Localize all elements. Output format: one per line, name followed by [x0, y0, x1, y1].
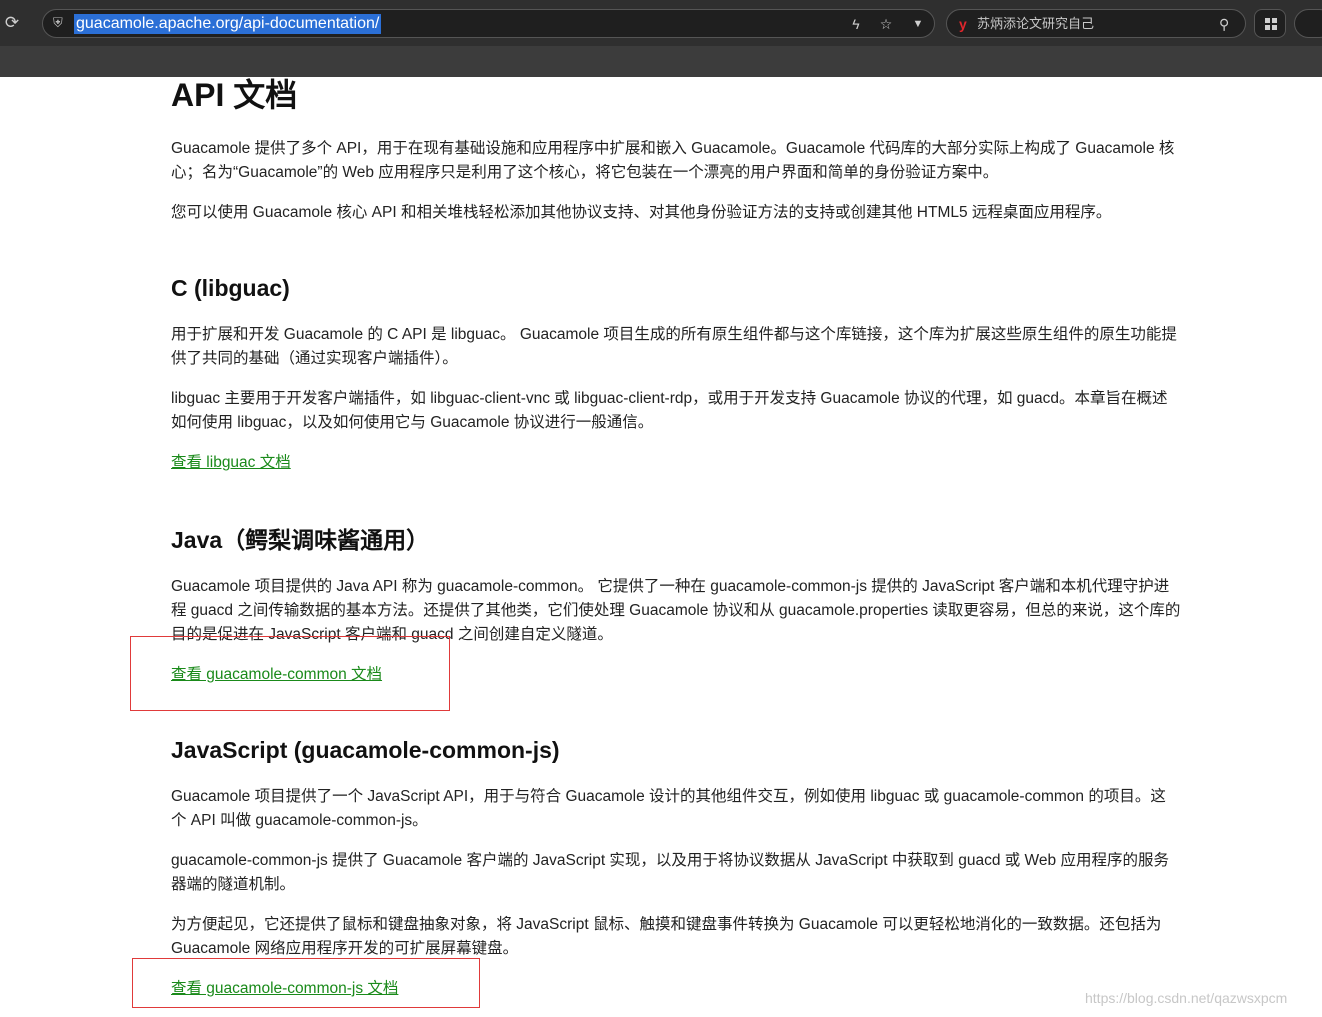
search-engine-icon: y: [959, 16, 967, 32]
section-js-paragraph-3: 为方便起见，它还提供了鼠标和键盘抽象对象，将 JavaScript 鼠标、触摸和…: [171, 916, 1162, 957]
url-text[interactable]: guacamole.apache.org/api-documentation/: [74, 14, 382, 34]
address-bar[interactable]: ⛨ guacamole.apache.org/api-documentation…: [42, 9, 935, 38]
search-input[interactable]: 苏炳添论文研究自己: [977, 15, 1094, 33]
extension-button[interactable]: [1294, 9, 1322, 38]
section-c-paragraph-2: libguac 主要用于开发客户端插件，如 libguac-client-vnc…: [171, 390, 1168, 431]
section-heading-java: Java（鳄梨调味酱通用）: [171, 527, 430, 553]
annotation-box-1: [130, 636, 450, 711]
watermark: https://blog.csdn.net/qazwsxpcm: [1085, 990, 1288, 1006]
apps-grid-button[interactable]: [1254, 9, 1286, 38]
section-heading-c: C (libguac): [171, 275, 290, 301]
search-bar[interactable]: y 苏炳添论文研究自己 ⚲: [946, 9, 1246, 38]
page-title: API 文档: [171, 77, 298, 113]
intro-paragraph-2: 您可以使用 Guacamole 核心 API 和相关堆栈轻松添加其他协议支持、对…: [171, 204, 1112, 221]
browser-toolbar: ⟳ ⛨ guacamole.apache.org/api-documentati…: [0, 0, 1322, 46]
annotation-box-2: [132, 958, 480, 1008]
section-js-paragraph-1: Guacamole 项目提供了一个 JavaScript API，用于与符合 G…: [171, 788, 1166, 829]
section-js-paragraph-2: guacamole-common-js 提供了 Guacamole 客户端的 J…: [171, 852, 1169, 893]
libguac-docs-link[interactable]: 查看 libguac 文档: [171, 451, 291, 475]
chevron-down-icon[interactable]: ▼: [909, 15, 927, 33]
reload-icon[interactable]: ⟳: [2, 13, 22, 33]
section-heading-javascript: JavaScript (guacamole-common-js): [171, 737, 560, 763]
browser-chrome: ⟳ ⛨ guacamole.apache.org/api-documentati…: [0, 0, 1322, 77]
intro-paragraph-1: Guacamole 提供了多个 API，用于在现有基础设施和应用程序中扩展和嵌入…: [171, 140, 1175, 181]
section-c-paragraph-1: 用于扩展和开发 Guacamole 的 C API 是 libguac。 Gua…: [171, 326, 1177, 367]
search-icon[interactable]: ⚲: [1219, 15, 1229, 33]
star-icon[interactable]: ☆: [877, 15, 895, 33]
lightning-icon[interactable]: ϟ: [847, 15, 865, 33]
shield-icon: ⛨: [53, 15, 63, 30]
